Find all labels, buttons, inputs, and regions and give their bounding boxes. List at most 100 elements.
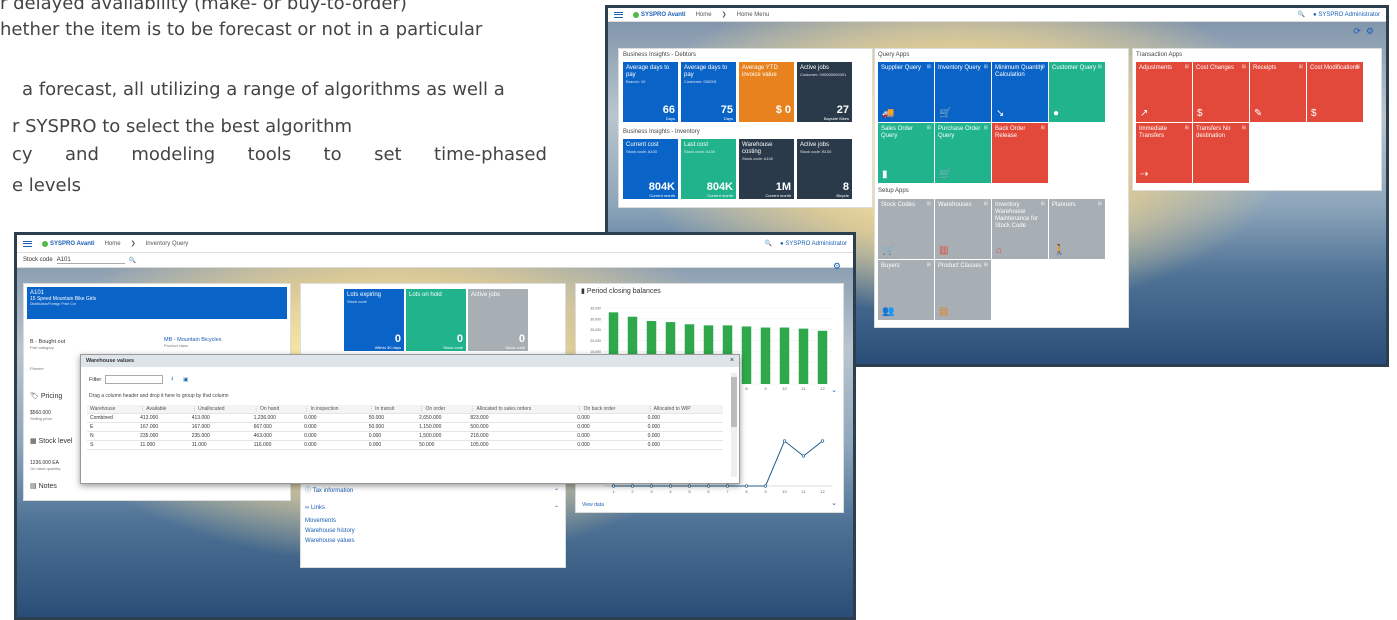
- pin-icon[interactable]: ⊞: [927, 125, 931, 131]
- app-tile[interactable]: Cost Changes ⊞ $: [1193, 62, 1249, 122]
- app-tile[interactable]: Stock Codes ⊞ 🛒: [878, 199, 934, 259]
- kpi-tile[interactable]: Average days to pay Branch: 10 66 Days: [623, 62, 678, 122]
- filter-input[interactable]: [105, 375, 164, 384]
- product-class[interactable]: MB - Mountain Bicycles Product class: [164, 337, 221, 348]
- column-header[interactable]: ⋮ On hand: [250, 405, 302, 414]
- column-header[interactable]: ⋮ In inspection: [301, 405, 366, 414]
- column-header[interactable]: ⋮ Available: [137, 405, 189, 414]
- link-warehouse-history[interactable]: Warehouse history: [305, 526, 355, 536]
- kpi-tile[interactable]: Lots on hold 0 Stock code: [406, 289, 466, 351]
- app-tile[interactable]: Inventory Warehouse Maintenance for Stoc…: [992, 199, 1048, 259]
- chevron-down-icon[interactable]: ⌄: [554, 485, 559, 492]
- notes-heading[interactable]: ▤ Notes: [30, 482, 57, 490]
- app-tile[interactable]: Immediate Transfers ⊞ ⇢: [1136, 123, 1192, 183]
- scrollbar[interactable]: [731, 373, 737, 477]
- kpi-tile[interactable]: Active jobs Customer: 000000000001 27 Baysi…: [797, 62, 852, 122]
- kpi-tile[interactable]: Warehouse costing Stock code: A100 1M Curre…: [739, 139, 794, 199]
- pin-icon[interactable]: ⊞: [1242, 125, 1246, 131]
- kpi-title: Lots expiring: [347, 292, 382, 298]
- download-icon[interactable]: ⭳: [171, 375, 173, 384]
- pin-icon[interactable]: ⊞: [927, 262, 931, 268]
- table-row[interactable]: N 235.000 235.000 463.000 0.000 0.000 1,500.00…: [87, 431, 723, 441]
- pin-icon[interactable]: ⊞: [1242, 64, 1246, 70]
- user-menu[interactable]: ● SYSPRO Administrator: [1313, 12, 1380, 18]
- data-point: [611, 484, 616, 488]
- app-tile[interactable]: Buyers ⊞ 👥: [878, 260, 934, 320]
- search-icon[interactable]: 🔍: [765, 240, 772, 247]
- app-tile[interactable]: Inventory Query ⊞ 🛒: [935, 62, 991, 122]
- column-header[interactable]: ⋮ On order: [416, 405, 468, 414]
- pin-icon[interactable]: ⊞: [1041, 125, 1045, 131]
- column-header[interactable]: ⋮ On back order: [574, 405, 645, 414]
- kpi-tile[interactable]: Last cost Stock code: A100 804K Current mon…: [681, 139, 736, 199]
- pin-icon[interactable]: ⊞: [984, 262, 988, 268]
- table-row[interactable]: E 167.000 167.000 667.000 0.000 50.000 1,150.0…: [87, 422, 723, 432]
- pin-icon[interactable]: ⊞: [1299, 64, 1303, 70]
- column-header[interactable]: ⋮ Allocated to sales orders: [467, 405, 575, 414]
- breadcrumb-home[interactable]: Home: [696, 12, 712, 18]
- view-data-link[interactable]: View data: [582, 502, 604, 508]
- settings-icon[interactable]: ⚙: [833, 261, 841, 272]
- kpi-unit: Days: [665, 116, 675, 121]
- app-tile[interactable]: Cost Modifications ⊞ $: [1307, 62, 1363, 122]
- search-icon[interactable]: 🔍: [129, 257, 136, 264]
- app-tile[interactable]: Planners ⊞ 🚶: [1049, 199, 1105, 259]
- menu-icon[interactable]: [614, 11, 623, 18]
- app-tile[interactable]: Transfers No destination ⊞: [1193, 123, 1249, 183]
- app-tile[interactable]: Product Classes ⊞ ▤: [935, 260, 991, 320]
- logo[interactable]: SYSPRO Avanti: [633, 11, 686, 18]
- pin-icon[interactable]: ⊞: [984, 201, 988, 207]
- app-tile[interactable]: Back Order Release ⊞: [992, 123, 1048, 183]
- stock-code-input[interactable]: A101: [56, 257, 125, 264]
- app-tile[interactable]: Warehouses ⊞ ▥: [935, 199, 991, 259]
- kpi-tile[interactable]: Lots expiring Stock code 0 Within 30 days: [344, 289, 404, 351]
- pin-icon[interactable]: ⊞: [984, 64, 988, 70]
- kpi-tile[interactable]: Average days to pay Customer: 000001 75 Day…: [681, 62, 736, 122]
- kpi-tile[interactable]: Average YTD invoice value $ 0: [739, 62, 794, 122]
- pin-icon[interactable]: ⊞: [1098, 201, 1102, 207]
- pin-icon[interactable]: ⊞: [1185, 125, 1189, 131]
- close-icon[interactable]: ×: [730, 357, 734, 364]
- chevron-down-icon[interactable]: ⌄: [831, 386, 837, 394]
- app-icon: 🛒: [939, 169, 952, 180]
- pin-icon[interactable]: ⊞: [1098, 64, 1102, 70]
- table-cell: 235.000: [137, 431, 189, 441]
- pin-icon[interactable]: ⊞: [1041, 64, 1045, 70]
- app-tile[interactable]: Sales Order Query ⊞ ▮: [878, 123, 934, 183]
- column-header[interactable]: Warehouse: [87, 405, 138, 414]
- column-header[interactable]: ⋮ In transit: [365, 405, 417, 414]
- table-row[interactable]: S 11.000 11.000 116.000 0.000 0.000 50.000 105.…: [87, 440, 723, 450]
- pin-icon[interactable]: ⊞: [927, 201, 931, 207]
- pin-icon[interactable]: ⊞: [1185, 64, 1189, 70]
- refresh-icon[interactable]: ⟳: [1353, 26, 1361, 36]
- app-tile[interactable]: Supplier Query ⊞ 🚚: [878, 62, 934, 122]
- menu-icon[interactable]: [23, 240, 32, 247]
- bg-line: hether the item is to be forecast or not…: [0, 19, 483, 40]
- link-movements[interactable]: Movements: [305, 516, 355, 526]
- pin-icon[interactable]: ⊞: [1041, 201, 1045, 207]
- kpi-tile[interactable]: Active jobs Stock code: B100 8 Bicycle: [797, 139, 852, 199]
- kpi-tile[interactable]: Current cost Stock code: A100 804K Current …: [623, 139, 678, 199]
- app-tile[interactable]: Purchase Order Query ⊞ 🛒: [935, 123, 991, 183]
- pin-icon[interactable]: ⊞: [927, 64, 931, 70]
- breadcrumb-home[interactable]: Home: [105, 241, 121, 247]
- app-tile[interactable]: Receipts ⊞ ✎: [1250, 62, 1306, 122]
- kpi-tile[interactable]: Active jobs 0 Stock code: [468, 289, 528, 351]
- export-icon[interactable]: ▣: [183, 377, 188, 383]
- app-tile[interactable]: Adjustments ⊞ ↗: [1136, 62, 1192, 122]
- tax-information[interactable]: ⓘ Tax information: [305, 485, 353, 494]
- table-row[interactable]: Combined 413.000 413.000 1,236.000 0.000 50.0…: [87, 413, 723, 423]
- link-warehouse-values[interactable]: Warehouse values: [305, 536, 355, 546]
- logo[interactable]: SYSPRO Avanti: [42, 240, 95, 247]
- chevron-up-icon[interactable]: ⌃: [554, 505, 559, 512]
- user-menu[interactable]: ● SYSPRO Administrator: [780, 241, 847, 247]
- settings-icon[interactable]: ⚙: [1366, 26, 1374, 36]
- app-tile[interactable]: Minimum Quantity Calculation ⊞ ↘: [992, 62, 1048, 122]
- column-header[interactable]: ⋮ Unallocated: [188, 405, 251, 414]
- pin-icon[interactable]: ⊞: [1356, 64, 1360, 70]
- search-icon[interactable]: 🔍: [1298, 11, 1305, 18]
- column-header[interactable]: ⋮ Allocated to WIP: [644, 405, 723, 414]
- pin-icon[interactable]: ⊞: [984, 125, 988, 131]
- chevron-down-icon[interactable]: ⌄: [831, 499, 837, 507]
- app-tile[interactable]: Customer Query ⊞ ●: [1049, 62, 1105, 122]
